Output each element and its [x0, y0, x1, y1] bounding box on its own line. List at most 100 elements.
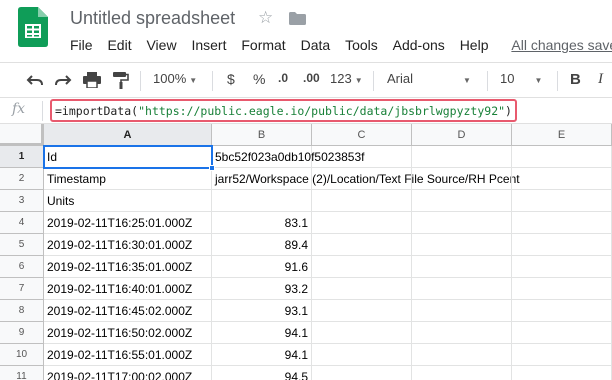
redo-icon[interactable] [54, 73, 72, 87]
cell-b9[interactable]: 94.1 [212, 322, 312, 344]
cell-c7[interactable] [312, 278, 412, 300]
cell-d5[interactable] [412, 234, 512, 256]
cell-c11[interactable] [312, 366, 412, 380]
cell-a3[interactable]: Units [44, 190, 212, 212]
menu-edit[interactable]: Edit [107, 37, 131, 53]
zoom-select[interactable]: 100% ▼ [153, 71, 197, 86]
cell-e2[interactable] [512, 168, 612, 190]
italic-button[interactable]: I [598, 71, 603, 88]
cell-d10[interactable] [412, 344, 512, 366]
formula-input[interactable]: =importData("https://public.eagle.io/pub… [50, 99, 517, 122]
cell-c3[interactable] [312, 190, 412, 212]
menu-addons[interactable]: Add-ons [393, 37, 445, 53]
cell-c8[interactable] [312, 300, 412, 322]
cell-a6[interactable]: 2019-02-11T16:35:01.000Z [44, 256, 212, 278]
cell-b4[interactable]: 83.1 [212, 212, 312, 234]
row-header[interactable]: 8 [0, 300, 44, 322]
cell-a1[interactable]: Id [44, 146, 212, 168]
cell-d4[interactable] [412, 212, 512, 234]
cell-d9[interactable] [412, 322, 512, 344]
cell-b8[interactable]: 93.1 [212, 300, 312, 322]
menu-view[interactable]: View [146, 37, 176, 53]
cell-a9[interactable]: 2019-02-11T16:50:02.000Z [44, 322, 212, 344]
cell-e11[interactable] [512, 366, 612, 380]
cell-c5[interactable] [312, 234, 412, 256]
bold-button[interactable]: B [570, 71, 581, 88]
cell-c4[interactable] [312, 212, 412, 234]
more-formats-select[interactable]: 123 ▼ [330, 71, 363, 86]
row-header[interactable]: 7 [0, 278, 44, 300]
star-icon[interactable]: ☆ [258, 8, 273, 28]
cell-e8[interactable] [512, 300, 612, 322]
cell-c1[interactable] [312, 146, 412, 168]
menu-file[interactable]: File [70, 37, 93, 53]
column-header-a[interactable]: A [44, 124, 212, 146]
cell-d3[interactable] [412, 190, 512, 212]
cell-c2[interactable] [312, 168, 412, 190]
cell-b10[interactable]: 94.1 [212, 344, 312, 366]
cell-c10[interactable] [312, 344, 412, 366]
menu-format[interactable]: Format [241, 37, 285, 53]
cell-a8[interactable]: 2019-02-11T16:45:02.000Z [44, 300, 212, 322]
column-header-b[interactable]: B [212, 124, 312, 146]
paint-format-icon[interactable] [113, 72, 129, 89]
column-header-e[interactable]: E [512, 124, 612, 146]
row-header[interactable]: 9 [0, 322, 44, 344]
column-header-d[interactable]: D [412, 124, 512, 146]
menu-insert[interactable]: Insert [191, 37, 226, 53]
cell-c9[interactable] [312, 322, 412, 344]
column-header-c[interactable]: C [312, 124, 412, 146]
cell-b1[interactable]: 5bc52f023a0db10f5023853f [212, 146, 364, 168]
cell-b11[interactable]: 94.5 [212, 366, 312, 380]
cell-b3[interactable] [212, 190, 312, 212]
undo-icon[interactable] [26, 73, 44, 87]
cell-e3[interactable] [512, 190, 612, 212]
cell-b2[interactable]: jarr52/Workspace (2)/Location/Text File … [212, 168, 520, 190]
cell-a5[interactable]: 2019-02-11T16:30:01.000Z [44, 234, 212, 256]
decrease-decimal-button[interactable]: .0 [278, 71, 288, 85]
percent-button[interactable]: % [253, 71, 265, 87]
print-icon[interactable] [83, 72, 101, 88]
row-header[interactable]: 1 [0, 146, 44, 168]
folder-icon[interactable] [289, 12, 306, 25]
cell-e5[interactable] [512, 234, 612, 256]
increase-decimal-button[interactable]: .00 [303, 71, 320, 85]
cell-d2[interactable] [412, 168, 512, 190]
fill-handle[interactable] [209, 165, 215, 171]
cell-a7[interactable]: 2019-02-11T16:40:01.000Z [44, 278, 212, 300]
row-header[interactable]: 3 [0, 190, 44, 212]
menu-tools[interactable]: Tools [345, 37, 378, 53]
cell-a2[interactable]: Timestamp [44, 168, 212, 190]
cell-b7[interactable]: 93.2 [212, 278, 312, 300]
doc-title[interactable]: Untitled spreadsheet [70, 8, 235, 29]
row-header[interactable]: 4 [0, 212, 44, 234]
cell-e10[interactable] [512, 344, 612, 366]
row-header[interactable]: 6 [0, 256, 44, 278]
row-header[interactable]: 11 [0, 366, 44, 380]
cell-b5[interactable]: 89.4 [212, 234, 312, 256]
cell-a4[interactable]: 2019-02-11T16:25:01.000Z [44, 212, 212, 234]
cell-e7[interactable] [512, 278, 612, 300]
cell-d6[interactable] [412, 256, 512, 278]
cell-e4[interactable] [512, 212, 612, 234]
cell-a10[interactable]: 2019-02-11T16:55:01.000Z [44, 344, 212, 366]
cell-e9[interactable] [512, 322, 612, 344]
row-header[interactable]: 10 [0, 344, 44, 366]
select-all-corner[interactable] [0, 124, 44, 146]
font-select[interactable]: Arial ▼ [387, 71, 471, 86]
cell-d8[interactable] [412, 300, 512, 322]
cell-a11[interactable]: 2019-02-11T17:00:02.000Z [44, 366, 212, 380]
cell-e6[interactable] [512, 256, 612, 278]
currency-button[interactable]: $ [227, 71, 235, 87]
cell-d7[interactable] [412, 278, 512, 300]
sheets-logo-icon[interactable] [18, 7, 48, 47]
menu-help[interactable]: Help [460, 37, 489, 53]
row-header[interactable]: 5 [0, 234, 44, 256]
cell-c6[interactable] [312, 256, 412, 278]
cell-b6[interactable]: 91.6 [212, 256, 312, 278]
cell-e1[interactable] [512, 146, 612, 168]
cell-d1[interactable] [412, 146, 512, 168]
cell-d11[interactable] [412, 366, 512, 380]
saved-status-link[interactable]: All changes save [511, 37, 612, 53]
row-header[interactable]: 2 [0, 168, 44, 190]
